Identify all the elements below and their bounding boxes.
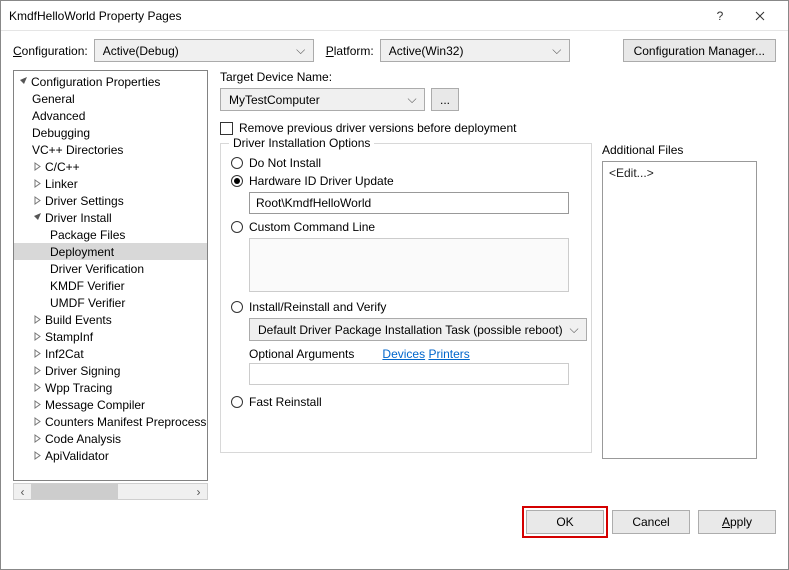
cancel-button[interactable]: Cancel [612,510,690,534]
driver-install-options-legend: Driver Installation Options [229,136,374,150]
tree-item-code-analysis[interactable]: Code Analysis [14,430,207,447]
tree-item-ccpp[interactable]: C/C++ [14,158,207,175]
collapse-icon[interactable] [18,76,29,87]
close-button[interactable] [740,1,780,31]
additional-files-label: Additional Files [602,143,757,157]
collapse-icon[interactable] [32,212,43,223]
tree-item-inf2cat[interactable]: Inf2Cat [14,345,207,362]
expand-icon[interactable] [32,365,43,376]
configuration-manager-button[interactable]: Configuration Manager... [623,39,776,62]
titlebar: KmdfHelloWorld Property Pages ? [1,1,788,31]
expand-icon[interactable] [32,399,43,410]
radio-custom-command[interactable] [231,221,243,233]
radio-install-reinstall[interactable] [231,301,243,313]
tree-item-configuration-properties[interactable]: Configuration Properties [14,73,207,90]
printers-link[interactable]: Printers [428,347,469,361]
remove-previous-checkbox[interactable] [220,122,233,135]
expand-icon[interactable] [32,331,43,342]
expand-icon[interactable] [32,195,43,206]
platform-combo[interactable]: Active(Win32) ⌵ [380,39,570,62]
target-device-combo[interactable]: MyTestComputer ⌵ [220,88,425,111]
browse-button[interactable]: ... [431,88,459,111]
remove-previous-label: Remove previous driver versions before d… [239,121,516,135]
configuration-label: Configuration: [13,44,88,58]
apply-button[interactable]: Apply [698,510,776,534]
tree-item-advanced[interactable]: Advanced [14,107,207,124]
optional-arguments-label: Optional Arguments [249,347,354,361]
tree-item-wpp-tracing[interactable]: Wpp Tracing [14,379,207,396]
expand-icon[interactable] [32,433,43,444]
expand-icon[interactable] [32,382,43,393]
scroll-left-icon[interactable]: ‹ [14,484,31,499]
chevron-down-icon: ⌵ [406,92,418,107]
tree-item-linker[interactable]: Linker [14,175,207,192]
tree-item-umdf-verifier[interactable]: UMDF Verifier [14,294,207,311]
tree-item-driver-verification[interactable]: Driver Verification [14,260,207,277]
radio-do-not-install[interactable] [231,157,243,169]
tree-item-message-compiler[interactable]: Message Compiler [14,396,207,413]
tree-item-driver-settings[interactable]: Driver Settings [14,192,207,209]
tree-item-driver-signing[interactable]: Driver Signing [14,362,207,379]
window-title: KmdfHelloWorld Property Pages [9,9,700,23]
scroll-right-icon[interactable]: › [190,484,207,499]
driver-install-options-group: Driver Installation Options Do Not Insta… [220,143,592,453]
configuration-value: Active(Debug) [103,44,295,58]
dialog-footer: OK Cancel Apply [1,510,788,546]
tree-item-kmdf-verifier[interactable]: KMDF Verifier [14,277,207,294]
target-device-label: Target Device Name: [220,70,772,84]
additional-files-box[interactable]: <Edit...> [602,161,757,459]
ok-button[interactable]: OK [526,510,604,534]
radio-hardware-id[interactable] [231,175,243,187]
tree-item-deployment[interactable]: Deployment [14,243,207,260]
chevron-down-icon: ⌵ [295,43,307,58]
configuration-combo[interactable]: Active(Debug) ⌵ [94,39,314,62]
install-task-combo[interactable]: Default Driver Package Installation Task… [249,318,587,341]
tree-item-driver-install[interactable]: Driver Install [14,209,207,226]
platform-value: Active(Win32) [389,44,551,58]
tree-item-vcpp-directories[interactable]: VC++ Directories [14,141,207,158]
platform-label: Platform: [326,44,374,58]
tree-item-counters-manifest[interactable]: Counters Manifest Preprocess [14,413,207,430]
expand-icon[interactable] [32,416,43,427]
target-device-value: MyTestComputer [229,93,406,107]
tree-item-debugging[interactable]: Debugging [14,124,207,141]
tree-item-stampinf[interactable]: StampInf [14,328,207,345]
devices-link[interactable]: Devices [382,347,425,361]
expand-icon[interactable] [32,178,43,189]
scrollbar-thumb[interactable] [31,484,118,499]
expand-icon[interactable] [32,314,43,325]
expand-icon[interactable] [32,348,43,359]
tree-item-build-events[interactable]: Build Events [14,311,207,328]
tree-horizontal-scrollbar[interactable]: ‹ › [13,483,208,500]
help-button[interactable]: ? [700,1,740,31]
chevron-down-icon: ⌵ [551,43,563,58]
optional-arguments-input[interactable] [249,363,569,385]
tree-view[interactable]: Configuration Properties General Advance… [13,70,208,481]
chevron-down-icon: ⌵ [568,322,580,337]
custom-command-input[interactable] [249,238,569,292]
edit-link[interactable]: <Edit...> [609,166,654,180]
config-row: Configuration: Active(Debug) ⌵ Platform:… [1,31,788,70]
expand-icon[interactable] [32,161,43,172]
tree-item-general[interactable]: General [14,90,207,107]
hardware-id-input[interactable]: Root\KmdfHelloWorld [249,192,569,214]
radio-fast-reinstall[interactable] [231,396,243,408]
tree-item-package-files[interactable]: Package Files [14,226,207,243]
expand-icon[interactable] [32,450,43,461]
tree-item-apivalidator[interactable]: ApiValidator [14,447,207,464]
